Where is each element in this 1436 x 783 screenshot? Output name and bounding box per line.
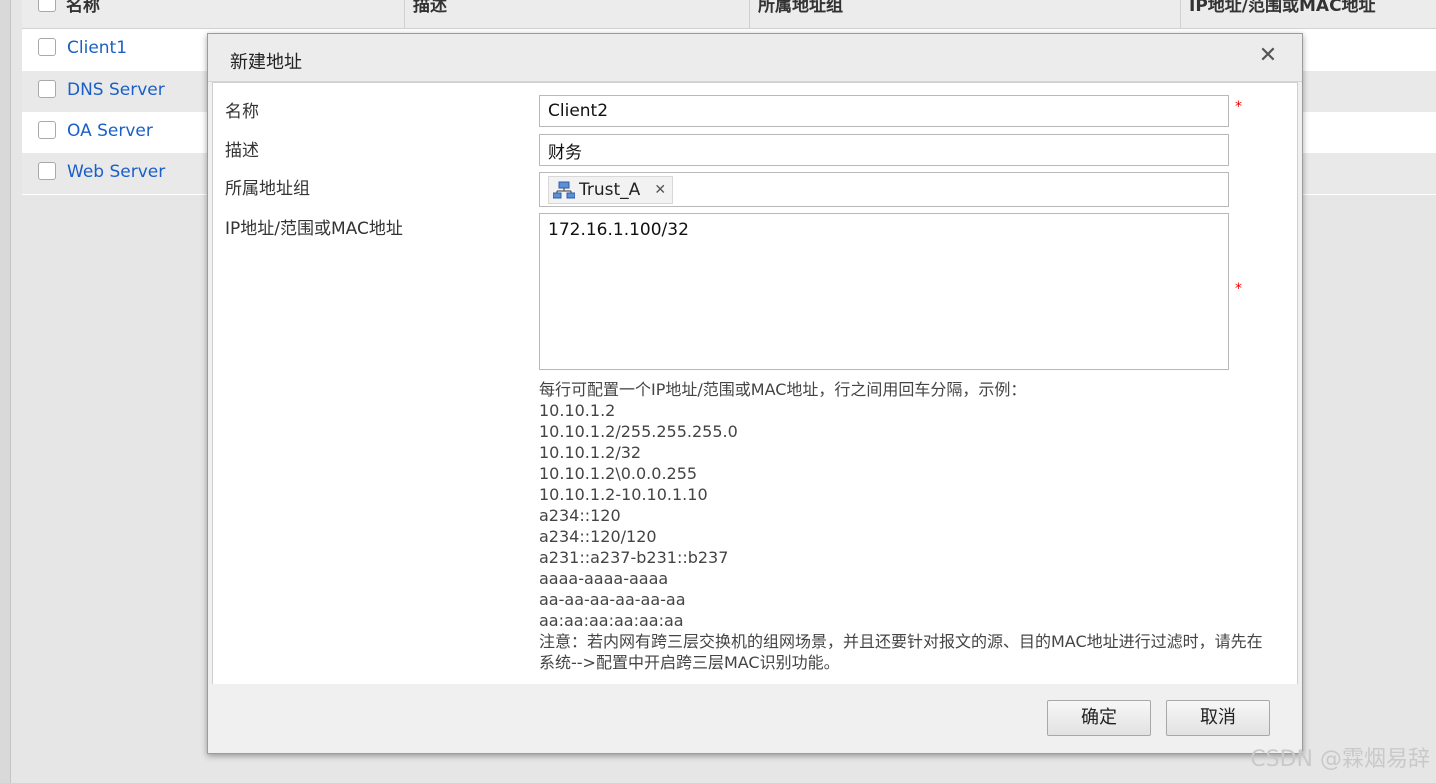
group-label: 所属地址组 [225, 179, 310, 199]
hint-example: 10.10.1.2\0.0.0.255 [539, 464, 698, 483]
row-name-link[interactable]: DNS Server [67, 80, 165, 100]
row-name-link[interactable]: OA Server [67, 121, 153, 141]
name-label: 名称 [225, 102, 259, 122]
hint-example: aa:aa:aa:aa:aa:aa [539, 611, 684, 630]
group-tag: Trust_A ✕ [548, 176, 674, 204]
dialog-titlebar[interactable]: 新建地址 ✕ [208, 34, 1302, 82]
row-checkbox[interactable] [38, 80, 56, 98]
required-marker: * [1235, 281, 1242, 297]
group-tag-label: Trust_A [579, 180, 641, 200]
row-checkbox[interactable] [38, 121, 56, 139]
table-header: 名称 描述 所属地址组 IP地址/范围或MAC地址 [22, 0, 1436, 29]
left-frame-border [0, 0, 11, 783]
dialog-body: 名称 * 描述 所属地址组 Trust_A ✕ [212, 82, 1298, 685]
ip-format-hint: 每行可配置一个IP地址/范围或MAC地址，行之间用回车分隔，示例： 10.10.… [539, 379, 1269, 673]
column-header-name[interactable]: 名称 [58, 0, 100, 28]
row-checkbox[interactable] [38, 162, 56, 180]
hint-example: 10.10.1.2/32 [539, 443, 642, 462]
hint-example: aaaa-aaaa-aaaa [539, 569, 669, 588]
watermark: CSDN @霖烟易辞 [1250, 747, 1430, 772]
cancel-button[interactable]: 取消 [1166, 700, 1270, 736]
description-label: 描述 [225, 141, 259, 161]
remove-tag-icon[interactable]: ✕ [654, 182, 666, 198]
hint-example: aa-aa-aa-aa-aa-aa [539, 590, 686, 609]
select-all-checkbox[interactable] [38, 0, 56, 12]
hint-example: 10.10.1.2/255.255.255.0 [539, 422, 738, 441]
hint-example: a231::a237-b231::b237 [539, 548, 729, 567]
row-name-link[interactable]: Web Server [67, 162, 165, 182]
ok-button[interactable]: 确定 [1047, 700, 1151, 736]
row-checkbox[interactable] [38, 38, 56, 56]
hint-intro: 每行可配置一个IP地址/范围或MAC地址，行之间用回车分隔，示例： [539, 380, 1027, 399]
column-header-group[interactable]: 所属地址组 [749, 0, 843, 28]
column-header-description[interactable]: 描述 [404, 0, 447, 28]
name-field-box [539, 95, 1229, 127]
ip-label: IP地址/范围或MAC地址 [225, 219, 403, 239]
dialog-footer: 确定 取消 [208, 684, 1302, 753]
dialog-title: 新建地址 [230, 52, 302, 73]
description-field-box [539, 134, 1229, 166]
description-input[interactable] [540, 135, 1228, 165]
hint-example: 10.10.1.2 [539, 401, 616, 420]
network-group-icon [553, 181, 575, 199]
group-selector[interactable]: Trust_A ✕ [539, 172, 1229, 207]
row-name-link[interactable]: Client1 [67, 38, 127, 58]
ip-textarea[interactable]: 172.16.1.100/32 [540, 214, 1228, 369]
hint-example: a234::120/120 [539, 527, 657, 546]
hint-example: a234::120 [539, 506, 621, 525]
name-input[interactable] [540, 96, 1228, 126]
ip-field-box: 172.16.1.100/32 [539, 213, 1229, 370]
hint-example: 10.10.1.2-10.10.1.10 [539, 485, 708, 504]
close-icon[interactable]: ✕ [1256, 44, 1280, 68]
column-header-ip[interactable]: IP地址/范围或MAC地址 [1180, 0, 1376, 28]
hint-note: 注意：若内网有跨三层交换机的组网场景，并且还要针对报文的源、目的MAC地址进行过… [539, 632, 1263, 672]
new-address-dialog: 新建地址 ✕ 名称 * 描述 所属地址组 T [207, 33, 1303, 754]
required-marker: * [1235, 99, 1242, 115]
